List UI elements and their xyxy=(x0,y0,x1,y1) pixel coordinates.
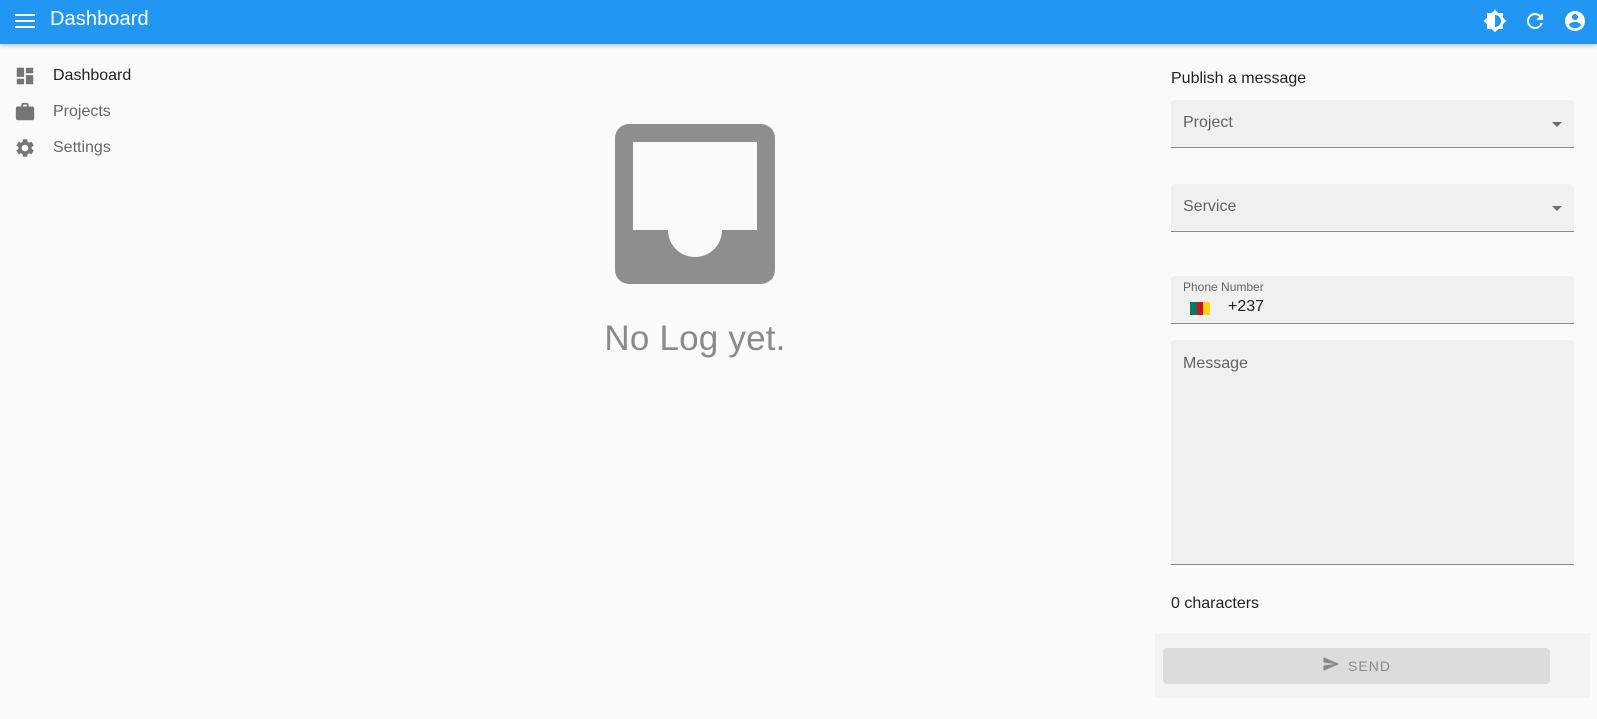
send-icon xyxy=(1322,655,1340,678)
send-button[interactable]: SEND xyxy=(1163,648,1550,684)
sidebar-item-projects[interactable]: Projects xyxy=(0,94,220,130)
panel-title: Publish a message xyxy=(1171,70,1307,87)
service-select-label: Service xyxy=(1183,198,1237,215)
phone-number-field[interactable]: Phone Number +237 xyxy=(1171,276,1574,324)
sidebar-item-dashboard[interactable]: Dashboard xyxy=(0,58,220,94)
service-select[interactable]: Service xyxy=(1171,184,1574,232)
cameroon-flag-icon[interactable] xyxy=(1190,302,1211,315)
menu-icon[interactable] xyxy=(14,10,36,32)
send-area: SEND xyxy=(1155,633,1590,698)
inbox-icon xyxy=(615,124,775,289)
project-select-label: Project xyxy=(1183,114,1233,131)
message-placeholder: Message xyxy=(1183,355,1248,372)
chevron-down-icon xyxy=(1552,206,1562,211)
app-title: Dashboard xyxy=(50,8,149,30)
sidebar-item-label: Settings xyxy=(53,139,111,156)
chevron-down-icon xyxy=(1552,122,1562,127)
publish-panel: Publish a message Project Service Phone … xyxy=(1155,0,1597,719)
sidebar-item-label: Dashboard xyxy=(53,67,132,84)
project-select[interactable]: Project xyxy=(1171,100,1574,148)
gear-icon xyxy=(14,137,36,159)
briefcase-icon xyxy=(14,101,36,123)
phone-number-value[interactable]: +237 xyxy=(1228,298,1264,316)
sidebar: Dashboard Projects Settings xyxy=(0,58,220,166)
phone-number-label: Phone Number xyxy=(1183,280,1264,294)
empty-state: No Log yet. xyxy=(580,124,810,359)
dashboard-icon xyxy=(14,65,36,87)
character-count: 0 characters xyxy=(1171,595,1260,612)
empty-state-label: No Log yet. xyxy=(604,319,786,358)
sidebar-item-settings[interactable]: Settings xyxy=(0,130,220,166)
message-textarea[interactable]: Message xyxy=(1171,340,1574,565)
sidebar-item-label: Projects xyxy=(53,103,111,120)
send-button-label: SEND xyxy=(1348,658,1391,674)
